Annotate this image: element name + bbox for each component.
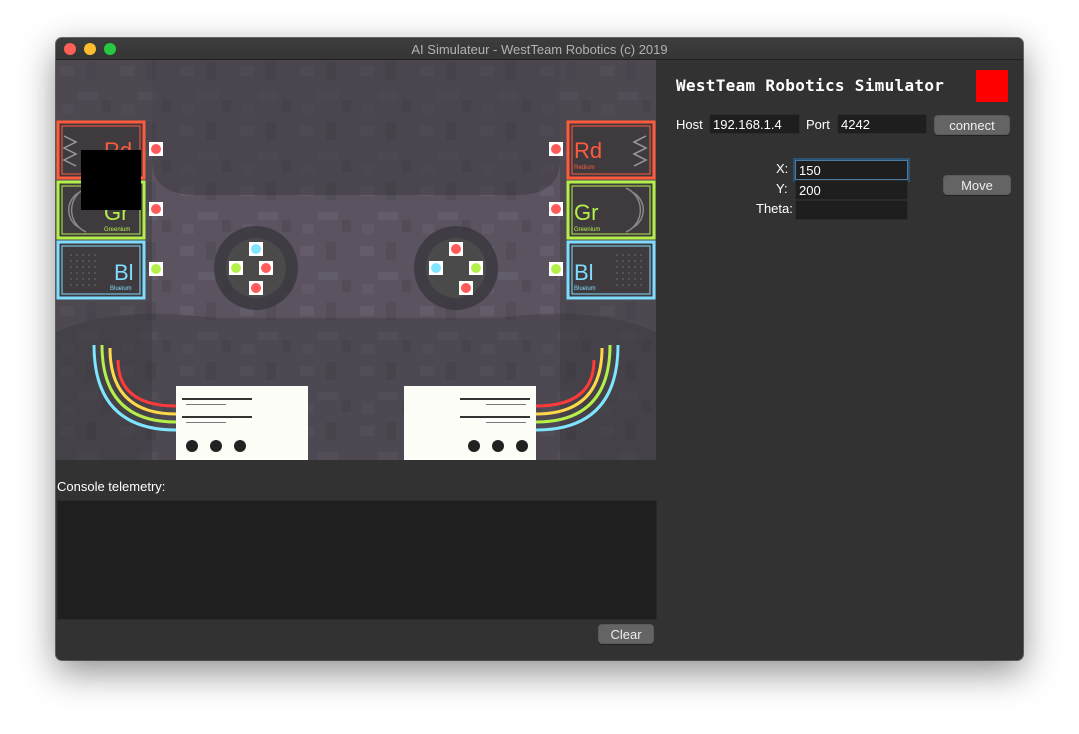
left-blue-symbol: Bl	[114, 260, 134, 285]
field-canvas: Rd Gr Greenium Bl Blueium	[56, 60, 656, 460]
right-blue-name: Blueium	[574, 286, 596, 292]
y-input[interactable]	[795, 180, 908, 200]
left-station-blue: Bl Blueium	[56, 240, 146, 300]
connect-button[interactable]: connect	[934, 115, 1010, 135]
game-field[interactable]: Rd Gr Greenium Bl Blueium	[56, 60, 656, 460]
right-blue-symbol: Bl	[574, 260, 594, 285]
right-station-red: Rd Redium	[566, 120, 656, 180]
console-label: Console telemetry:	[57, 479, 166, 494]
connection-status-indicator	[976, 70, 1008, 102]
robot-marker[interactable]	[81, 150, 141, 210]
host-label: Host	[676, 117, 703, 132]
app-window: AI Simulateur - WestTeam Robotics (c) 20…	[56, 38, 1023, 660]
move-button[interactable]: Move	[943, 175, 1011, 195]
right-red-name: Redium	[574, 165, 595, 171]
theta-label: Theta:	[756, 201, 793, 216]
app-heading: WestTeam Robotics Simulator	[676, 76, 945, 95]
right-station-green: Gr Greenium	[566, 180, 656, 240]
clear-button[interactable]: Clear	[598, 624, 654, 644]
console-telemetry-output[interactable]	[57, 500, 657, 620]
y-label: Y:	[776, 181, 788, 196]
right-green-symbol: Gr	[574, 200, 598, 225]
window-title: AI Simulateur - WestTeam Robotics (c) 20…	[411, 42, 668, 57]
left-paper-sheet	[176, 386, 308, 460]
right-puck-zone	[414, 226, 498, 310]
right-green-name: Greenium	[574, 227, 600, 233]
port-input[interactable]	[837, 114, 927, 134]
left-puck-zone	[214, 226, 298, 310]
right-station-blue: Bl Blueium	[566, 240, 656, 300]
left-blue-name: Blueium	[110, 286, 132, 292]
x-label: X:	[776, 161, 789, 176]
theta-input[interactable]	[795, 200, 908, 220]
left-green-name: Greenium	[104, 227, 130, 233]
title-bar: AI Simulateur - WestTeam Robotics (c) 20…	[56, 38, 1023, 60]
right-paper-sheet	[404, 386, 536, 460]
x-input[interactable]	[795, 160, 908, 180]
right-red-symbol: Rd	[574, 138, 602, 163]
host-input[interactable]	[709, 114, 800, 134]
port-label: Port	[806, 117, 830, 132]
